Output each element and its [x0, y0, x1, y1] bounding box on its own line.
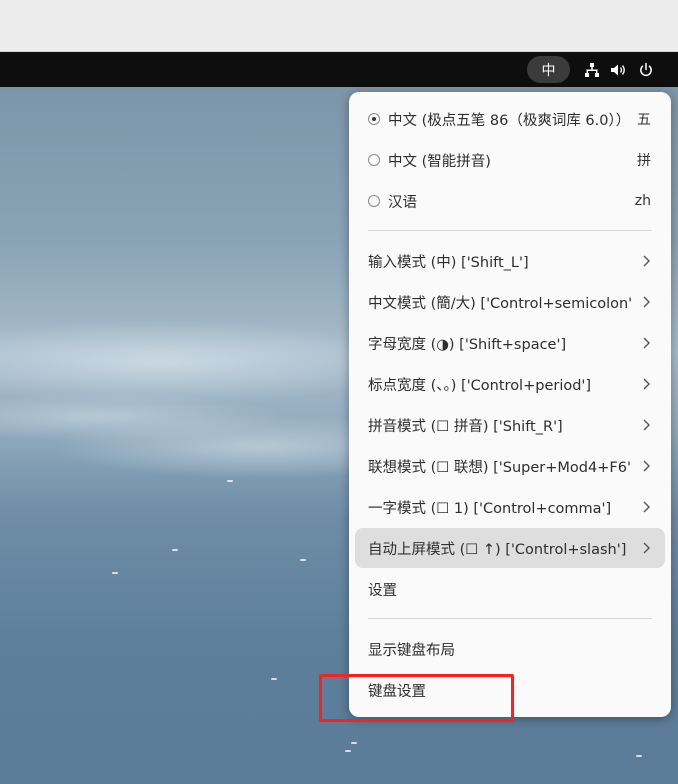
menu-item-label: 字母宽度 (◑) ['Shift+space']: [368, 336, 567, 353]
menu-item-label: 标点宽度 (、。) ['Control+period']: [368, 377, 592, 394]
chevron-right-icon: [643, 501, 650, 513]
menu-item-label: 一字模式 (☐ 1) ['Control+comma']: [368, 500, 612, 517]
window-titlebar-strip: [0, 0, 678, 52]
menu-item-label: 联想模式 (☐ 联想) ['Super+Mod4+F6']: [368, 459, 631, 476]
input-method-shortcut: 拼: [637, 153, 651, 169]
menu-item-chinese-mode[interactable]: 中文模式 (簡/大) ['Control+semicolon']: [355, 282, 665, 322]
input-method-shortcut: 五: [637, 112, 651, 128]
input-method-label: 汉语: [388, 194, 417, 211]
menu-separator: [368, 618, 652, 619]
wallpaper-fleck: [345, 750, 351, 752]
menu-item-label: 中文模式 (簡/大) ['Control+semicolon']: [368, 295, 631, 312]
input-method-shortcut: zh: [634, 193, 651, 209]
menu-item-label: 设置: [368, 582, 397, 599]
annotation-highlight-box: [319, 674, 514, 722]
chevron-right-icon: [643, 460, 650, 472]
menu-item-single-char-mode[interactable]: 一字模式 (☐ 1) ['Control+comma']: [355, 487, 665, 527]
network-icon: [585, 62, 599, 77]
wallpaper-fleck: [351, 742, 357, 744]
wallpaper-fleck: [227, 480, 233, 482]
input-method-label: 中文 (极点五笔 86（极爽词库 6.0））: [388, 112, 629, 129]
chevron-right-icon: [643, 542, 650, 554]
wallpaper-fleck: [300, 559, 306, 561]
wallpaper-fleck: [172, 549, 178, 551]
menu-item-label: 显示键盘布局: [368, 642, 455, 659]
input-method-pinyin[interactable]: 中文 (智能拼音) 拼: [355, 140, 665, 180]
menu-item-input-mode[interactable]: 输入模式 (中) ['Shift_L']: [355, 241, 665, 281]
chevron-right-icon: [643, 378, 650, 390]
input-method-indicator[interactable]: 中: [527, 56, 570, 83]
power-icon: [640, 62, 652, 76]
chevron-right-icon: [643, 337, 650, 349]
chevron-right-icon: [643, 419, 650, 431]
radio-selected-icon: [368, 113, 380, 125]
menu-item-pinyin-mode[interactable]: 拼音模式 (☐ 拼音) ['Shift_R']: [355, 405, 665, 445]
wallpaper-fleck: [636, 755, 642, 757]
chevron-right-icon: [643, 296, 650, 308]
menu-item-association-mode[interactable]: 联想模式 (☐ 联想) ['Super+Mod4+F6']: [355, 446, 665, 486]
wallpaper-fleck: [271, 678, 277, 680]
menu-item-label: 拼音模式 (☐ 拼音) ['Shift_R']: [368, 418, 563, 435]
menu-item-label: 自动上屏模式 (☐ ↑) ['Control+slash']: [368, 541, 627, 558]
input-method-menu: 中文 (极点五笔 86（极爽词库 6.0）） 五 中文 (智能拼音) 拼 汉语 …: [349, 92, 671, 717]
radio-unselected-icon: [368, 154, 380, 166]
radio-unselected-icon: [368, 195, 380, 207]
menu-item-letter-width[interactable]: 字母宽度 (◑) ['Shift+space']: [355, 323, 665, 363]
menu-item-punctuation-width[interactable]: 标点宽度 (、。) ['Control+period']: [355, 364, 665, 404]
input-method-label: 中文 (智能拼音): [388, 153, 491, 170]
menu-item-auto-commit-mode[interactable]: 自动上屏模式 (☐ ↑) ['Control+slash']: [355, 528, 665, 568]
input-method-hanyu[interactable]: 汉语 zh: [355, 181, 665, 221]
menu-separator: [368, 230, 652, 231]
volume-icon: [611, 64, 625, 75]
top-panel: 中: [0, 52, 678, 87]
system-tray[interactable]: [584, 52, 654, 87]
menu-item-show-keyboard-layout[interactable]: 显示键盘布局: [355, 629, 665, 669]
wallpaper-fleck: [112, 572, 118, 574]
menu-item-label: 输入模式 (中) ['Shift_L']: [368, 254, 529, 271]
chevron-right-icon: [643, 255, 650, 267]
menu-item-settings[interactable]: 设置: [355, 569, 665, 609]
input-method-wubi[interactable]: 中文 (极点五笔 86（极爽词库 6.0）） 五: [355, 99, 665, 139]
